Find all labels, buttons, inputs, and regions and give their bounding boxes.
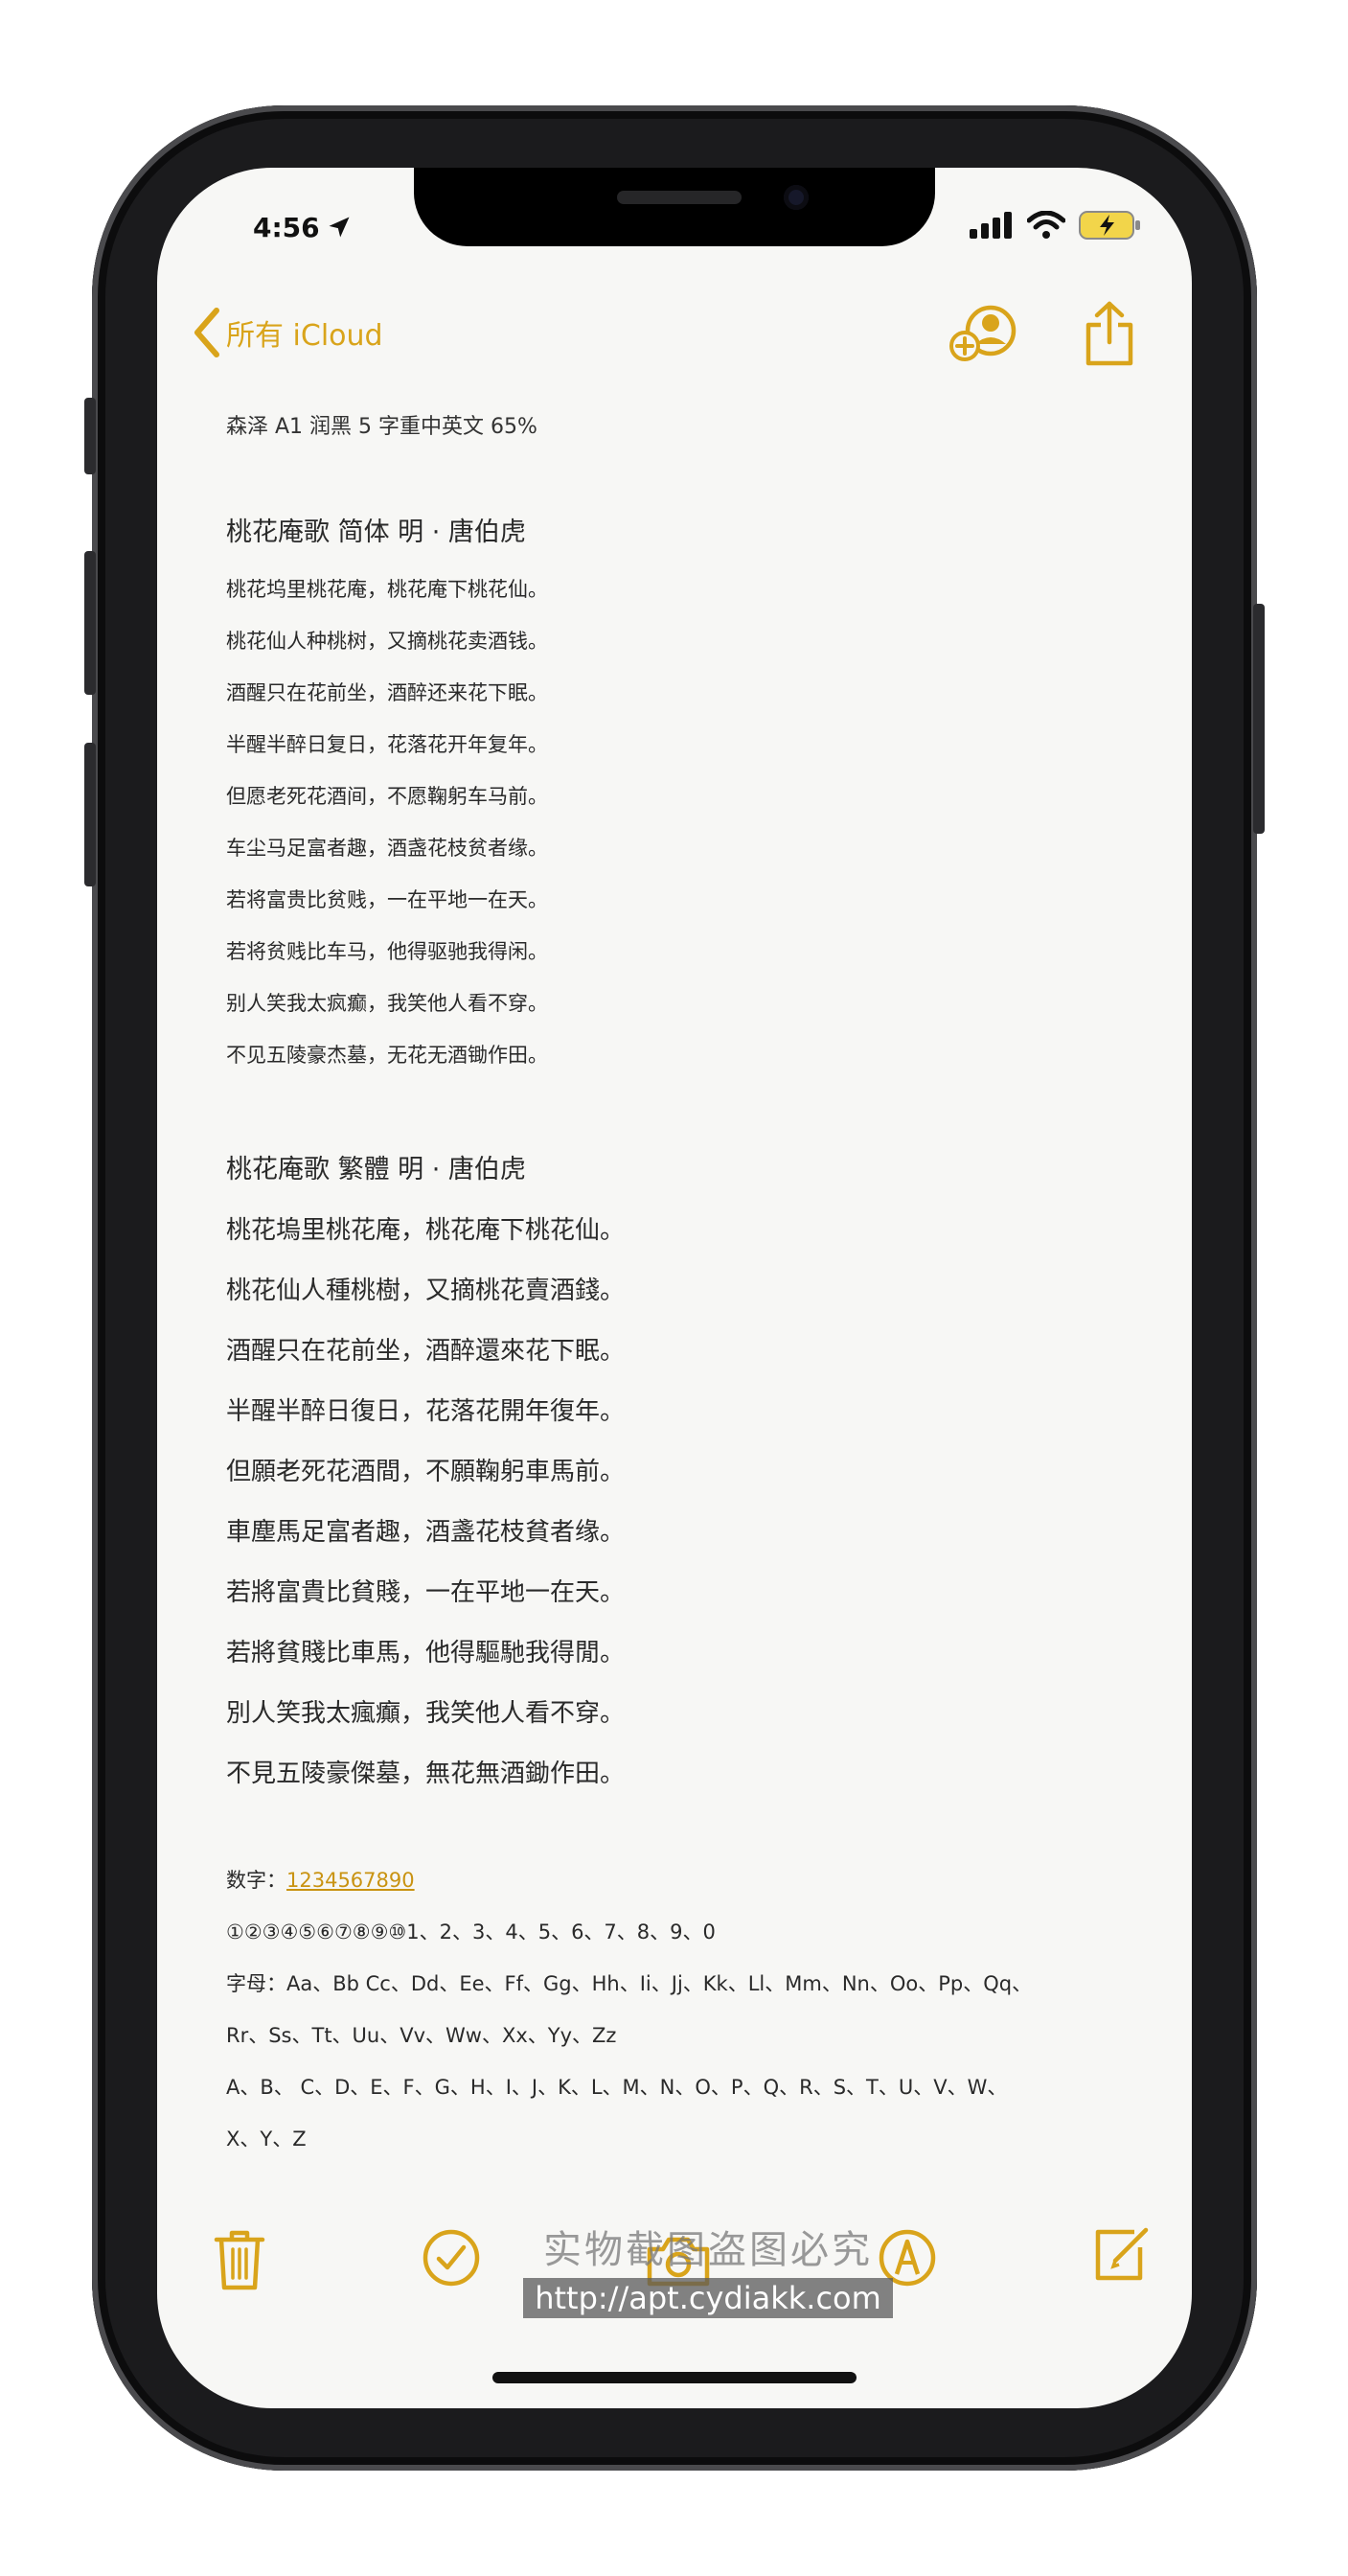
simplified-line: 不见五陵豪杰墓，无花无酒锄作田。 bbox=[226, 1044, 548, 1067]
note-body[interactable]: 森泽 A1 润黑 5 字重中英文 65% 桃花庵歌 简体 明 · 唐伯虎 桃花坞… bbox=[226, 409, 1127, 2165]
digits-link[interactable]: 1234567890 bbox=[286, 1869, 415, 1892]
screen: 4:56 所有 iCloud 森泽 A1 润黑 5 字重中英文 65% 桃花庵歌… bbox=[157, 168, 1192, 2408]
simplified-line: 但愿老死花酒间，不愿鞠躬车马前。 bbox=[226, 785, 548, 808]
traditional-line: 若將貧賤比車馬，他得驅馳我得閒。 bbox=[226, 1639, 626, 1668]
traditional-title: 桃花庵歌 繁體 明 · 唐伯虎 bbox=[226, 1155, 526, 1184]
location-arrow-icon bbox=[329, 217, 350, 238]
uppercase-line-1: A、B、 C、D、E、F、G、H、I、J、K、L、M、N、O、P、Q、R、S、T… bbox=[226, 2076, 1008, 2099]
back-label: 所有 iCloud bbox=[226, 319, 383, 353]
add-people-icon[interactable] bbox=[948, 302, 1021, 365]
traditional-line: 桃花仙人種桃樹，又摘桃花賣酒錢。 bbox=[226, 1276, 626, 1305]
cellular-signal-icon bbox=[970, 212, 1012, 239]
letters-line-2: Rr、Ss、Tt、Uu、Vv、Ww、Xx、Yy、Zz bbox=[226, 2024, 617, 2047]
compose-icon[interactable] bbox=[1092, 2224, 1152, 2284]
battery-charging-icon bbox=[1079, 211, 1140, 240]
simplified-line: 半醒半醉日复日，花落花开年复年。 bbox=[226, 733, 548, 756]
simplified-line: 酒醒只在花前坐，酒醉还来花下眠。 bbox=[226, 681, 548, 704]
status-time: 4:56 bbox=[253, 212, 320, 243]
traditional-line: 酒醒只在花前坐，酒醉還來花下眠。 bbox=[226, 1337, 626, 1366]
traditional-line: 若將富貴比貧賤，一在平地一在天。 bbox=[226, 1578, 626, 1607]
trash-icon[interactable] bbox=[213, 2228, 266, 2291]
traditional-line: 半醒半醉日復日，花落花開年復年。 bbox=[226, 1397, 626, 1426]
note-header: 森泽 A1 润黑 5 字重中英文 65% bbox=[226, 415, 537, 439]
simplified-line: 若将贫贱比车马，他得驱驰我得闲。 bbox=[226, 940, 548, 963]
power-button bbox=[1253, 604, 1265, 834]
traditional-line: 但願老死花酒間，不願鞠躬車馬前。 bbox=[226, 1458, 626, 1486]
checklist-icon[interactable] bbox=[422, 2228, 481, 2288]
simplified-line: 若将富贵比贫贱，一在平地一在天。 bbox=[226, 888, 548, 911]
uppercase-line-2: X、Y、Z bbox=[226, 2128, 307, 2150]
front-camera bbox=[784, 185, 809, 210]
simplified-line: 别人笑我太疯癫，我笑他人看不穿。 bbox=[226, 992, 548, 1015]
status-indicators bbox=[970, 210, 1142, 241]
traditional-line: 別人笑我太瘋癲，我笑他人看不穿。 bbox=[226, 1699, 626, 1728]
digits-label: 数字： bbox=[226, 1869, 286, 1892]
share-icon[interactable] bbox=[1083, 300, 1136, 367]
home-indicator[interactable] bbox=[492, 2372, 857, 2383]
traditional-line: 桃花塢里桃花庵，桃花庵下桃花仙。 bbox=[226, 1216, 626, 1245]
traditional-line: 不見五陵豪傑墓，無花無酒鋤作田。 bbox=[226, 1760, 626, 1788]
letters-line-1: 字母：Aa、Bb Cc、Dd、Ee、Ff、Gg、Hh、Ii、Jj、Kk、Ll、M… bbox=[226, 1972, 1033, 1995]
wifi-icon bbox=[1027, 211, 1065, 239]
markup-pen-icon[interactable] bbox=[878, 2228, 937, 2288]
circled-digits: ①②③④⑤⑥⑦⑧⑨⑩1、2、3、4、5、6、7、8、9、0 bbox=[226, 1920, 716, 1944]
simplified-line: 桃花仙人种桃树，又摘桃花卖酒钱。 bbox=[226, 630, 548, 653]
simplified-line: 桃花坞里桃花庵，桃花庵下桃花仙。 bbox=[226, 578, 548, 601]
chevron-left-icon bbox=[194, 308, 219, 357]
traditional-line: 車塵馬足富者趣，酒盞花枝貧者缘。 bbox=[226, 1518, 626, 1547]
back-button[interactable]: 所有 iCloud bbox=[192, 307, 383, 358]
mute-switch bbox=[84, 398, 96, 474]
volume-down-button bbox=[84, 743, 96, 886]
simplified-title: 桃花庵歌 简体 明 · 唐伯虎 bbox=[226, 518, 526, 547]
volume-up-button bbox=[84, 551, 96, 695]
notch bbox=[414, 168, 935, 246]
simplified-line: 车尘马足富者趣，酒盏花枝贫者缘。 bbox=[226, 837, 548, 860]
speaker bbox=[617, 191, 742, 204]
camera-icon[interactable] bbox=[646, 2234, 711, 2288]
digits-row: 数字：1234567890 bbox=[226, 1854, 1127, 1906]
